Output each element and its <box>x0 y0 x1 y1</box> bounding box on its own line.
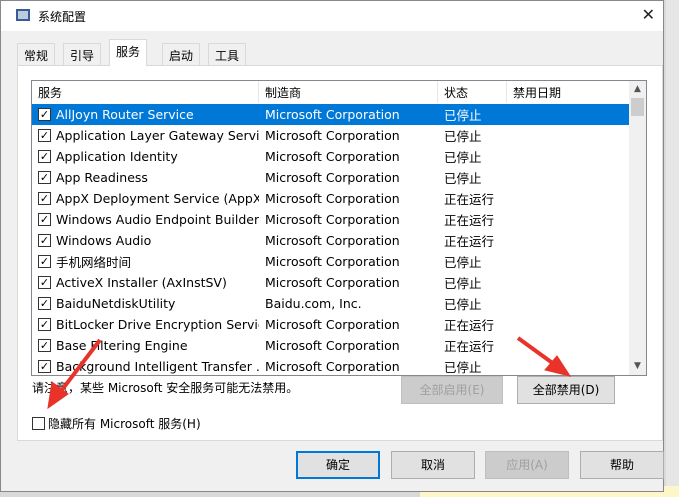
arrow-left-shaft <box>56 338 102 397</box>
annotation-arrows <box>47 336 572 410</box>
tab-services[interactable]: 服务 <box>109 39 148 66</box>
